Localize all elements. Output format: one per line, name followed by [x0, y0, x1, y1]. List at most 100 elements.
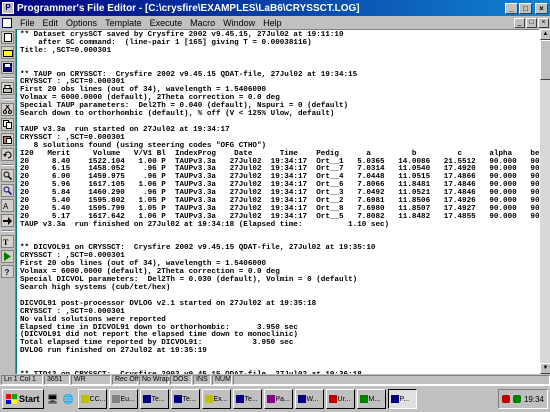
status-wrap: No Wrap [139, 374, 170, 385]
clock[interactable]: 19:34 [524, 395, 544, 404]
taskbar-button[interactable]: P... [387, 389, 417, 409]
task-app-icon [266, 395, 275, 403]
find-icon[interactable] [1, 169, 14, 182]
editor-line[interactable] [20, 356, 536, 364]
task-label: Te... [151, 395, 165, 403]
task-label: Pa... [275, 395, 290, 403]
task-app-icon [235, 395, 244, 403]
task-app-icon [204, 395, 213, 403]
menu-help[interactable]: Help [259, 18, 286, 28]
menu-template[interactable]: Template [101, 18, 146, 28]
cut-icon[interactable] [1, 103, 14, 116]
tray-app-icon[interactable] [501, 395, 510, 403]
taskbar-button[interactable]: CC... [77, 389, 107, 409]
taskbar-button[interactable]: Ur... [325, 389, 355, 409]
taskbar-button[interactable]: Te... [139, 389, 169, 409]
paste-icon[interactable] [1, 133, 14, 146]
help-icon[interactable]: ? [1, 265, 14, 278]
tray-network-icon[interactable] [512, 395, 521, 403]
minimize-button[interactable]: _ [505, 2, 518, 14]
status-numlock: NUM [212, 374, 232, 385]
scroll-down-arrow[interactable]: ▼ [540, 363, 550, 374]
execute-icon[interactable] [1, 250, 14, 263]
open-folder-icon[interactable] [1, 46, 14, 59]
task-app-icon [80, 395, 89, 403]
new-file-icon[interactable] [1, 31, 14, 44]
app-icon[interactable]: P [2, 2, 14, 14]
task-label: Ur... [337, 395, 351, 403]
svg-text:T: T [3, 238, 9, 246]
task-label: Te... [244, 395, 258, 403]
task-label: Eu... [120, 395, 135, 403]
status-mode: WR [71, 374, 111, 385]
status-bar: Ln 1 Col 1 3651 WR Rec Off No Wrap DOS I… [0, 374, 550, 385]
start-button[interactable]: Start [2, 389, 44, 409]
quick-launch-desktop-icon[interactable]: 🖥 [46, 392, 60, 406]
find-next-icon[interactable] [1, 184, 14, 197]
task-app-icon [173, 395, 182, 403]
task-app-icon [328, 395, 337, 403]
taskbar: Start 🖥 🌐 CC... Eu... Te... Te... Ex... Te...… [0, 385, 550, 412]
scroll-up-arrow[interactable]: ▲ [540, 29, 550, 40]
task-app-icon [359, 395, 368, 403]
replace-icon[interactable]: A [1, 199, 14, 212]
doc-close-button[interactable]: × [538, 17, 549, 28]
close-button[interactable]: × [535, 2, 548, 14]
text-editor[interactable]: ** Dataset crysSCT saved by Crysfire 200… [17, 29, 539, 374]
doc-restore-button[interactable]: □ [526, 17, 537, 28]
document-icon[interactable] [2, 17, 12, 28]
font-icon[interactable]: T [1, 235, 14, 248]
undo-icon[interactable] [1, 148, 14, 161]
task-label: CC... [89, 395, 106, 403]
print-icon[interactable] [1, 82, 14, 95]
quick-launch-browser-icon[interactable]: 🌐 [62, 392, 76, 406]
save-icon[interactable] [1, 61, 14, 74]
start-label: Start [19, 394, 40, 404]
window-controls: _ □ × [505, 2, 548, 14]
doc-minimize-button[interactable]: _ [514, 17, 525, 28]
taskbar-button[interactable]: Te... [170, 389, 200, 409]
task-label: Ex... [213, 395, 228, 403]
editor-line[interactable] [20, 56, 536, 64]
taskbar-button[interactable]: M... [356, 389, 386, 409]
status-position: Ln 1 Col 1 [1, 374, 43, 385]
status-record: Rec Off [112, 374, 139, 385]
goto-icon[interactable] [1, 214, 14, 227]
editor-line[interactable]: Search down to orthorhombic (default), %… [20, 110, 536, 119]
task-app-icon [111, 395, 120, 403]
svg-text:?: ? [5, 268, 10, 276]
taskbar-button[interactable]: Pa... [263, 389, 293, 409]
menu-edit[interactable]: Edit [39, 18, 63, 28]
taskbar-button[interactable]: Eu... [108, 389, 138, 409]
windows-logo-icon [6, 394, 17, 404]
task-list: CC... Eu... Te... Te... Ex... Te... Pa... W... U… [77, 389, 417, 409]
menu-file[interactable]: File [16, 18, 39, 28]
maximize-button[interactable]: □ [519, 2, 532, 14]
svg-text:A: A [3, 202, 9, 210]
scroll-thumb[interactable] [540, 40, 550, 80]
title-bar: P Programmer's File Editor - [C:\crysfir… [0, 0, 550, 16]
menu-options[interactable]: Options [62, 18, 101, 28]
taskbar-button[interactable]: W... [294, 389, 324, 409]
taskbar-button[interactable]: Ex... [201, 389, 231, 409]
vertical-scrollbar[interactable]: ▲ ▼ [539, 29, 550, 374]
menu-window[interactable]: Window [219, 18, 259, 28]
window-title: Programmer's File Editor - [C:\crysfire\… [17, 2, 360, 14]
taskbar-button[interactable]: Te... [232, 389, 262, 409]
editor-line[interactable]: Title: ,SCT=0.000301 [20, 47, 536, 56]
editor-line[interactable]: Search high systems (cub/tet/hex) [20, 284, 536, 293]
task-label: P... [399, 395, 410, 403]
status-insert: INS [193, 374, 211, 385]
editor-line[interactable] [20, 230, 536, 238]
menu-execute[interactable]: Execute [146, 18, 187, 28]
editor-line[interactable]: TAUP v3.3a run finished on 27Jul02 at 19… [20, 221, 536, 230]
editor-line[interactable]: DVLOG run finished on 27Jul02 at 19:35:1… [20, 347, 536, 356]
status-size: 3651 [44, 374, 70, 385]
menu-macro[interactable]: Macro [186, 18, 219, 28]
editor-content[interactable]: ** Dataset crysSCT saved by Crysfire 200… [17, 30, 539, 374]
task-app-icon [390, 395, 399, 403]
task-app-icon [297, 395, 306, 403]
task-app-icon [142, 395, 151, 403]
system-tray: 19:34 [497, 389, 548, 409]
copy-icon[interactable] [1, 118, 14, 131]
